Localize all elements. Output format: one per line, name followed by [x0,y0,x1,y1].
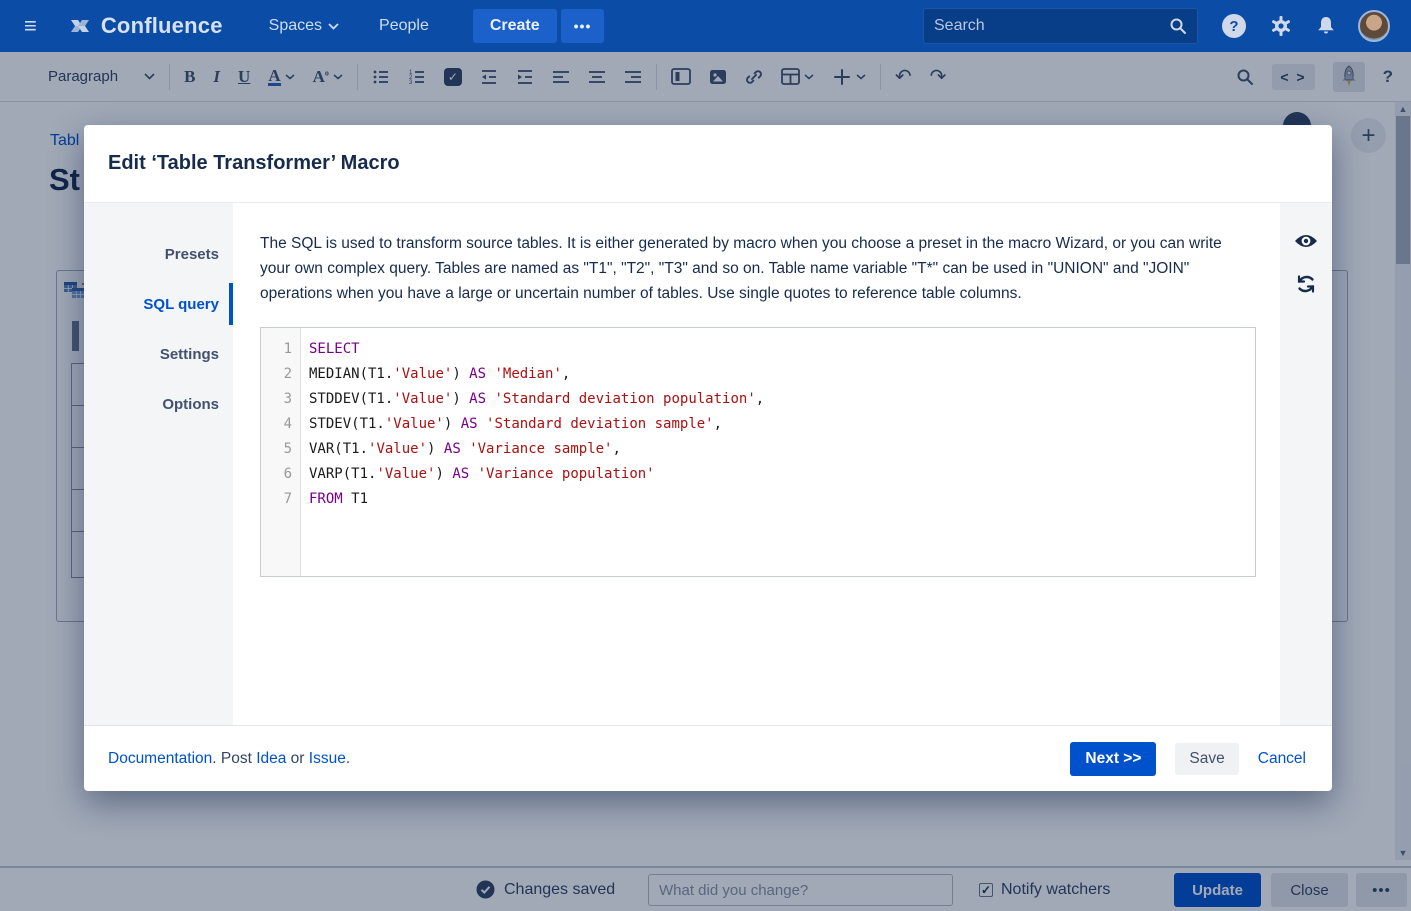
create-button[interactable]: Create [473,9,557,43]
sql-description: The SQL is used to transform source tabl… [260,231,1250,306]
help-icon[interactable]: ? [1222,14,1246,38]
dialog-body: PresetsSQL querySettingsOptions The SQL … [84,203,1332,725]
modal-sidebar-tabs: PresetsSQL querySettingsOptions [84,203,233,725]
dialog-header: Edit ‘Table Transformer’ Macro [84,125,1332,203]
code-line: STDEV(T1.'Value') AS 'Standard deviation… [309,412,1255,437]
search-icon[interactable] [1169,17,1187,35]
line-number: 4 [261,412,292,437]
nav-spaces[interactable]: Spaces [269,17,339,35]
sql-code-gutter: 1234567 [261,328,301,576]
dialog-title: Edit ‘Table Transformer’ Macro [108,152,400,175]
line-number: 1 [261,337,292,362]
dialog-side-actions [1280,203,1332,725]
code-line: VAR(T1.'Value') AS 'Variance sample', [309,437,1255,462]
footer-links: Documentation. Post Idea or Issue. [108,750,350,768]
line-number: 2 [261,362,292,387]
footer-text: . [346,750,350,767]
next-button[interactable]: Next >> [1070,742,1156,776]
search-input[interactable] [934,17,1169,35]
confluence-mark-icon [67,13,93,39]
line-number: 7 [261,487,292,512]
refresh-icon[interactable] [1295,273,1317,295]
confluence-logo[interactable]: Confluence [67,13,223,39]
bell-icon[interactable] [1316,16,1336,37]
macro-edit-dialog: Edit ‘Table Transformer’ Macro PresetsSQ… [84,125,1332,791]
issue-link[interactable]: Issue [309,750,346,767]
nav-spaces-label: Spaces [269,17,322,35]
gear-icon[interactable] [1270,15,1292,37]
dialog-actions: Next >> Save Cancel [1070,742,1306,776]
code-line: STDDEV(T1.'Value') AS 'Standard deviatio… [309,387,1255,412]
hamburger-icon[interactable]: ≡ [24,13,37,39]
tab-settings[interactable]: Settings [84,329,233,379]
preview-eye-icon[interactable] [1294,233,1318,249]
tab-sql-query[interactable]: SQL query [84,279,233,329]
footer-text: or [286,750,308,767]
nav-people[interactable]: People [379,17,429,35]
documentation-link[interactable]: Documentation [108,750,212,767]
code-line: MEDIAN(T1.'Value') AS 'Median', [309,362,1255,387]
line-number: 3 [261,387,292,412]
global-search[interactable] [923,8,1198,44]
dialog-footer: Documentation. Post Idea or Issue. Next … [84,725,1332,791]
code-line: FROM T1 [309,487,1255,512]
brand-name: Confluence [101,13,223,39]
top-navigation: ≡ Confluence Spaces People Create ••• ? [0,0,1411,52]
user-avatar[interactable] [1358,10,1390,42]
code-line: SELECT [309,337,1255,362]
chevron-down-icon [328,23,339,30]
footer-text: . Post [212,750,256,767]
sql-code-lines[interactable]: SELECTMEDIAN(T1.'Value') AS 'Median',STD… [301,328,1255,576]
topnav-more-button[interactable]: ••• [561,9,605,43]
line-number: 5 [261,437,292,462]
save-button[interactable]: Save [1175,743,1238,775]
sql-code-editor[interactable]: 1234567 SELECTMEDIAN(T1.'Value') AS 'Med… [260,327,1256,577]
idea-link[interactable]: Idea [256,750,286,767]
cancel-button[interactable]: Cancel [1258,750,1306,768]
line-number: 6 [261,462,292,487]
sql-query-panel: The SQL is used to transform source tabl… [233,203,1280,725]
tab-presets[interactable]: Presets [84,229,233,279]
nav-people-label: People [379,17,429,35]
tab-options[interactable]: Options [84,379,233,429]
code-line: VARP(T1.'Value') AS 'Variance population… [309,462,1255,487]
